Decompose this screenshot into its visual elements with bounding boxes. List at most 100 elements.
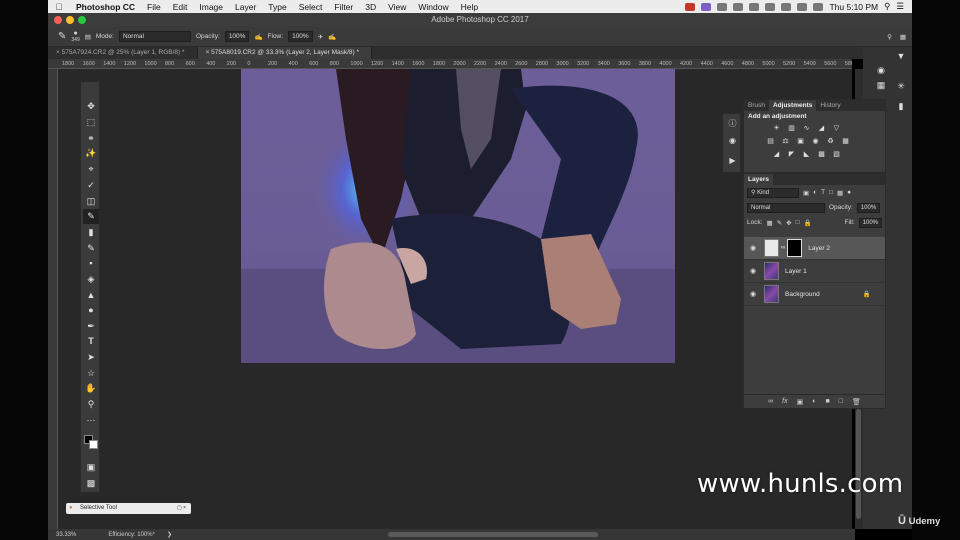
new-adjustment-layer-icon[interactable]: ◐: [812, 398, 816, 405]
layer-thumbnail[interactable]: [764, 285, 779, 303]
tab-adjustments[interactable]: Adjustments: [768, 100, 817, 111]
lock-transparent-icon[interactable]: ▦: [767, 219, 773, 227]
channel-mixer-icon[interactable]: ♻: [826, 137, 835, 146]
close-tab-icon[interactable]: ×: [206, 49, 210, 56]
apple-icon[interactable]: : [48, 2, 70, 12]
filter-adjustment-icon[interactable]: ◐: [813, 189, 817, 196]
paint-bucket-tool-icon[interactable]: ◈: [83, 272, 99, 287]
screen-mode-icon[interactable]: ▩: [83, 476, 99, 491]
horizontal-ruler[interactable]: 1800 1600 1400 1200 1000 800 600 400 200 0 200 400 6…: [48, 59, 852, 69]
actions-panel-icon[interactable]: ▶: [726, 154, 739, 167]
hint-controls-icon[interactable]: ▢ ×: [177, 503, 186, 514]
horizontal-scroll-thumb[interactable]: [388, 532, 598, 537]
lock-all-icon[interactable]: 🔒: [804, 219, 812, 227]
gradient-map-icon[interactable]: ▧: [832, 150, 841, 159]
layer-name[interactable]: Layer 1: [785, 268, 807, 275]
add-mask-icon[interactable]: ▣: [797, 398, 804, 406]
filter-type-icon[interactable]: T: [821, 189, 825, 196]
layer-thumbnail[interactable]: [764, 239, 779, 257]
search-icon[interactable]: ⚲: [887, 33, 892, 41]
crop-tool-icon[interactable]: ⌖: [83, 162, 99, 177]
status-menu-icon[interactable]: ❯: [167, 531, 172, 538]
lock-position-icon[interactable]: ✥: [786, 219, 791, 227]
navigator-panel-icon[interactable]: ◉: [726, 134, 739, 147]
tray-icon[interactable]: [717, 2, 728, 11]
link-layers-icon[interactable]: ∞: [768, 398, 773, 405]
tab-history[interactable]: History: [816, 100, 844, 111]
brightness-contrast-icon[interactable]: ☀: [772, 124, 781, 133]
pen-tool-icon[interactable]: ✒: [83, 319, 99, 334]
airplay-icon[interactable]: [765, 2, 776, 11]
zoom-window-button[interactable]: [78, 16, 86, 24]
layer-row-layer-1[interactable]: ◉ Layer 1: [744, 260, 885, 283]
document-image[interactable]: [241, 69, 675, 363]
flow-field[interactable]: 100%: [288, 31, 313, 42]
history-brush-tool-icon[interactable]: ✎: [83, 241, 99, 256]
layer-style-icon[interactable]: fx: [782, 398, 787, 405]
brush-tool-icon[interactable]: ✎: [83, 209, 99, 224]
photo-filter-icon[interactable]: ◉: [811, 137, 820, 146]
opacity-field[interactable]: 100%: [224, 31, 250, 42]
path-selection-tool-icon[interactable]: ➤: [83, 350, 99, 365]
color-balance-icon[interactable]: ⚖: [781, 137, 790, 146]
pressure-opacity-icon[interactable]: ✍: [254, 33, 262, 41]
healing-brush-tool-icon[interactable]: ◫: [83, 194, 99, 209]
zoom-tool-icon[interactable]: ⚲: [83, 397, 99, 412]
close-tab-icon[interactable]: ×: [56, 49, 60, 56]
notification-center-icon[interactable]: ☰: [896, 1, 904, 12]
marquee-tool-icon[interactable]: ⬚: [83, 115, 99, 130]
color-panel-icon[interactable]: ◉: [873, 63, 889, 77]
swatches-panel-icon[interactable]: ▦: [873, 78, 889, 92]
vibrance-icon[interactable]: ▽: [832, 124, 841, 133]
volume-icon[interactable]: [781, 2, 792, 11]
move-tool-icon[interactable]: ✥: [83, 99, 99, 114]
menu-help[interactable]: Help: [455, 2, 484, 12]
black-white-icon[interactable]: ▣: [796, 137, 805, 146]
curves-icon[interactable]: ∿: [802, 124, 811, 133]
hand-tool-icon[interactable]: ✋: [83, 381, 99, 396]
eyedropper-tool-icon[interactable]: ✓: [83, 178, 99, 193]
minimize-window-button[interactable]: [66, 16, 74, 24]
close-window-button[interactable]: [54, 16, 62, 24]
tray-icon[interactable]: [749, 2, 760, 11]
color-swatches-icon[interactable]: [83, 432, 99, 449]
dodge-tool-icon[interactable]: ●: [83, 303, 99, 318]
menu-view[interactable]: View: [382, 2, 412, 12]
creative-cloud-icon[interactable]: [701, 2, 712, 11]
invert-icon[interactable]: ◢: [772, 150, 781, 159]
tray-app-icon[interactable]: [685, 2, 696, 11]
delete-layer-icon[interactable]: 🗑: [852, 398, 861, 406]
vertical-scroll-thumb[interactable]: [856, 409, 861, 519]
posterize-icon[interactable]: ◤: [787, 150, 796, 159]
blend-mode-select[interactable]: Normal: [747, 202, 825, 213]
type-tool-icon[interactable]: T: [83, 334, 99, 349]
layer-row-background[interactable]: ◉ Background 🔒: [744, 283, 885, 306]
menu-layer[interactable]: Layer: [229, 2, 262, 12]
threshold-icon[interactable]: ◣: [802, 150, 811, 159]
blur-tool-icon[interactable]: ▲: [83, 288, 99, 303]
layer-name[interactable]: Layer 2: [808, 245, 830, 252]
mask-link-icon[interactable]: ∞: [779, 245, 787, 251]
menu-edit[interactable]: Edit: [167, 2, 194, 12]
spotlight-icon[interactable]: ⚲: [884, 1, 890, 12]
tab-document-1[interactable]: × 575A7924.CR2 @ 25% (Layer 1, RGB/8) *: [48, 47, 198, 59]
filter-toggle-icon[interactable]: ●: [847, 189, 851, 196]
mode-select[interactable]: Normal: [118, 31, 191, 42]
tab-brush[interactable]: Brush: [744, 100, 769, 111]
workspace-switcher-icon[interactable]: ▦: [900, 33, 906, 41]
menu-file[interactable]: File: [141, 2, 167, 12]
lock-artboard-icon[interactable]: □: [796, 219, 800, 226]
adjust-panel-icon[interactable]: ✳: [893, 79, 909, 93]
zoom-level[interactable]: 33.33%: [56, 532, 76, 538]
selective-color-icon[interactable]: ▩: [817, 150, 826, 159]
new-group-icon[interactable]: ■: [825, 398, 829, 405]
clone-stamp-tool-icon[interactable]: ▮: [83, 225, 99, 240]
new-layer-icon[interactable]: □: [839, 398, 843, 405]
brush-tool-preset-icon[interactable]: ✎: [58, 31, 66, 42]
menubar-clock[interactable]: Thu 5:10 PM: [829, 2, 878, 12]
vertical-ruler[interactable]: [48, 69, 58, 529]
lock-pixels-icon[interactable]: ✎: [777, 219, 782, 227]
menu-window[interactable]: Window: [412, 2, 454, 12]
wifi-icon[interactable]: [797, 2, 808, 11]
more-tools-icon[interactable]: ⋯: [83, 413, 99, 428]
